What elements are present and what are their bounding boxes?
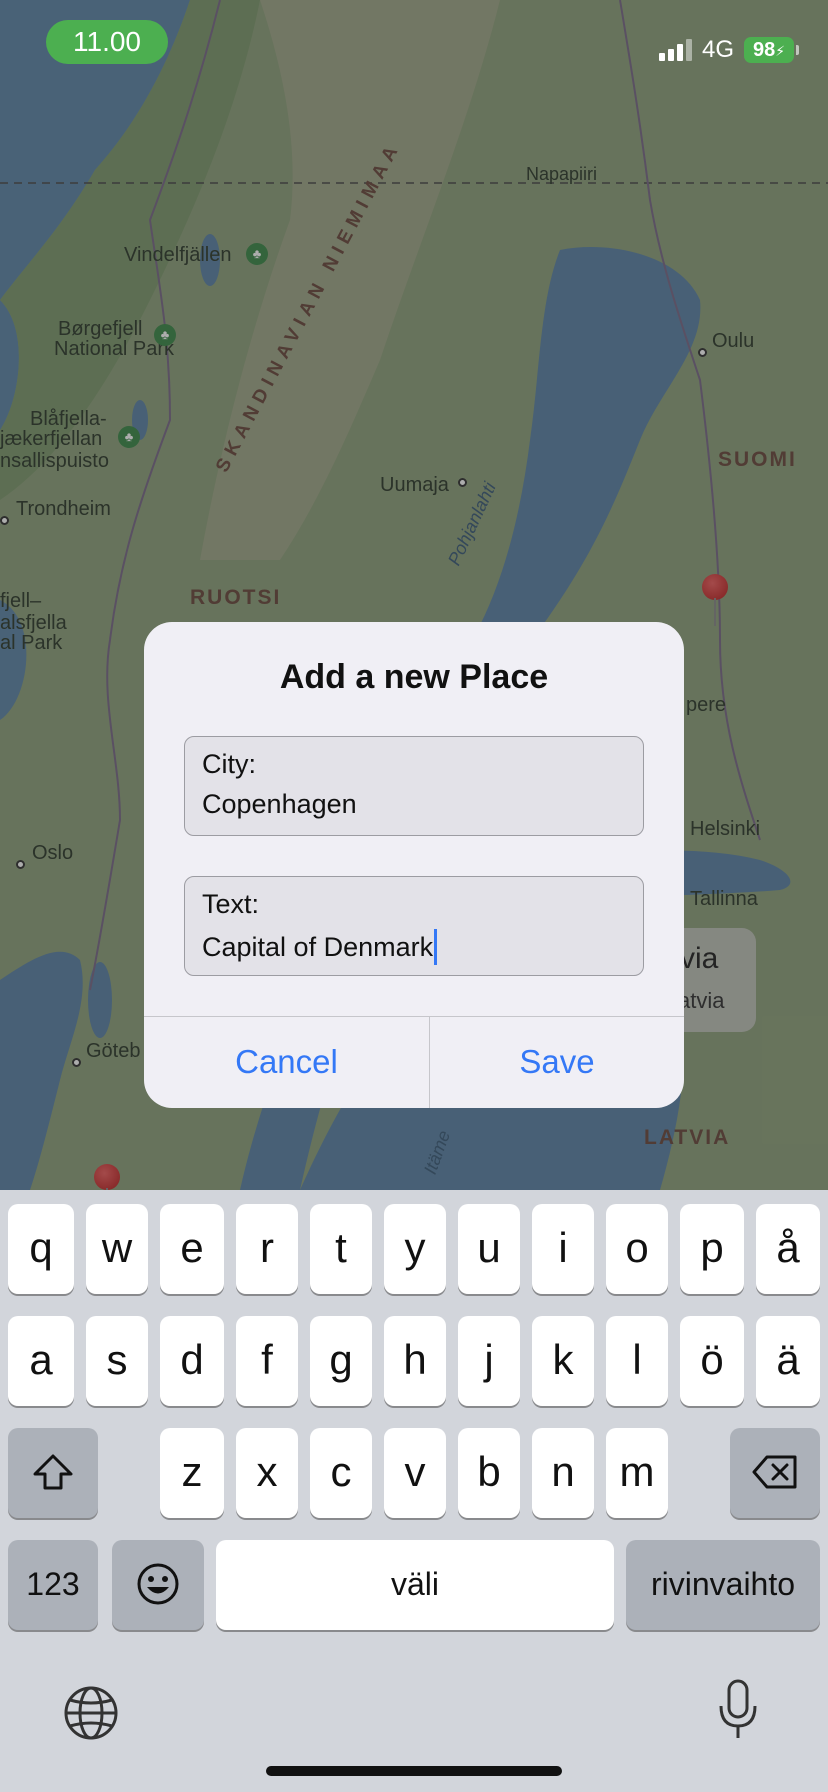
keyboard: q w e r t y u i o p å a s d f g h j k l …: [0, 1190, 828, 1792]
backspace-icon: [752, 1455, 797, 1489]
status-indicators: 4G 98⚡: [658, 32, 799, 68]
key-z[interactable]: z: [160, 1428, 224, 1518]
key-m[interactable]: m: [606, 1428, 668, 1518]
key-n[interactable]: n: [532, 1428, 594, 1518]
key-v[interactable]: v: [384, 1428, 446, 1518]
backspace-key[interactable]: [730, 1428, 820, 1518]
signal-icon: [658, 39, 692, 61]
key-a[interactable]: a: [8, 1316, 74, 1406]
text-field[interactable]: Text: Capital of Denmark: [184, 876, 644, 976]
globe-icon[interactable]: [62, 1684, 120, 1742]
key-h[interactable]: h: [384, 1316, 446, 1406]
add-place-dialog: Add a new Place City: Copenhagen Text: C…: [144, 622, 684, 1108]
shift-icon: [33, 1454, 73, 1490]
key-q[interactable]: q: [8, 1204, 74, 1294]
key-e[interactable]: e: [160, 1204, 224, 1294]
key-u[interactable]: u: [458, 1204, 520, 1294]
city-field-value[interactable]: Copenhagen: [202, 789, 357, 820]
key-o[interactable]: o: [606, 1204, 668, 1294]
key-k[interactable]: k: [532, 1316, 594, 1406]
key-p[interactable]: p: [680, 1204, 744, 1294]
home-indicator[interactable]: [266, 1766, 562, 1776]
cancel-button[interactable]: Cancel: [144, 1016, 429, 1108]
key-x[interactable]: x: [236, 1428, 298, 1518]
city-field[interactable]: City: Copenhagen: [184, 736, 644, 836]
emoji-icon: [137, 1563, 179, 1605]
key-b[interactable]: b: [458, 1428, 520, 1518]
text-field-label: Text:: [202, 889, 260, 919]
shift-key[interactable]: [8, 1428, 98, 1518]
text-field-value: Capital of Denmark: [202, 931, 434, 962]
battery-icon: 98⚡: [744, 37, 799, 63]
save-button[interactable]: Save: [430, 1016, 684, 1108]
key-a-umlaut[interactable]: ä: [756, 1316, 820, 1406]
key-d[interactable]: d: [160, 1316, 224, 1406]
battery-level: 98: [752, 39, 776, 61]
microphone-icon[interactable]: [716, 1678, 760, 1742]
space-key[interactable]: väli: [216, 1540, 614, 1630]
key-o-umlaut[interactable]: ö: [680, 1316, 744, 1406]
key-r[interactable]: r: [236, 1204, 298, 1294]
numbers-key[interactable]: 123: [8, 1540, 98, 1630]
key-i[interactable]: i: [532, 1204, 594, 1294]
key-w[interactable]: w: [86, 1204, 148, 1294]
key-j[interactable]: j: [458, 1316, 520, 1406]
key-l[interactable]: l: [606, 1316, 668, 1406]
key-g[interactable]: g: [310, 1316, 372, 1406]
key-t[interactable]: t: [310, 1204, 372, 1294]
text-cursor: [434, 929, 438, 965]
key-a-ring[interactable]: å: [756, 1204, 820, 1294]
city-field-label: City:: [202, 749, 256, 779]
return-key[interactable]: rivinvaihto: [626, 1540, 820, 1630]
key-c[interactable]: c: [310, 1428, 372, 1518]
emoji-key[interactable]: [112, 1540, 204, 1630]
status-time: 11.00: [46, 20, 168, 64]
key-s[interactable]: s: [86, 1316, 148, 1406]
text-field-input[interactable]: Capital of Denmark: [202, 929, 438, 965]
key-y[interactable]: y: [384, 1204, 446, 1294]
network-label: 4G: [701, 36, 734, 63]
dialog-title: Add a new Place: [279, 658, 549, 696]
key-f[interactable]: f: [236, 1316, 298, 1406]
